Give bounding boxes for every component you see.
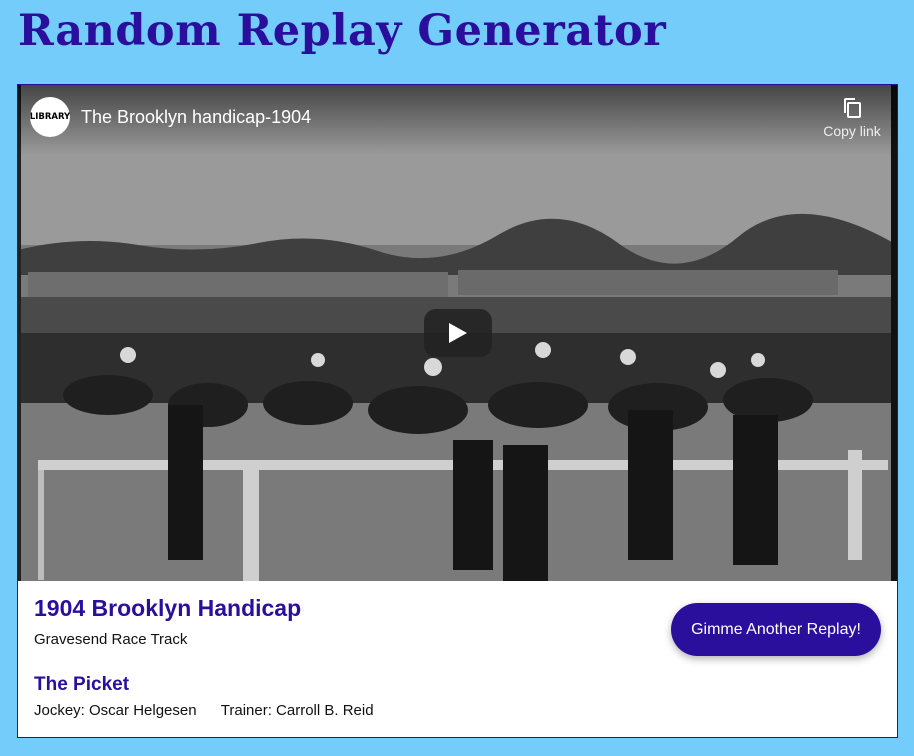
jockey-text: Jockey: Oscar Helgesen <box>34 702 197 719</box>
play-button[interactable] <box>424 309 492 357</box>
channel-logo[interactable]: LIBRARY <box>30 97 70 137</box>
page-title: Random Replay Generator <box>18 6 667 56</box>
replay-card: LIBRARY The Brooklyn handicap-1904 Copy … <box>17 84 898 738</box>
play-icon <box>449 323 467 343</box>
copy-icon <box>844 98 861 118</box>
trainer-text: Trainer: Carroll B. Reid <box>220 702 374 719</box>
horse-name: The Picket <box>34 674 130 695</box>
copy-link-label: Copy link <box>823 123 881 139</box>
copy-link-button[interactable]: Copy link <box>817 97 887 139</box>
video-player[interactable]: LIBRARY The Brooklyn handicap-1904 Copy … <box>18 85 897 581</box>
video-title[interactable]: The Brooklyn handicap-1904 <box>81 107 311 128</box>
track-name: Gravesend Race Track <box>34 631 188 648</box>
race-info: 1904 Brooklyn Handicap Gravesend Race Tr… <box>18 581 897 737</box>
replay-button[interactable]: Gimme Another Replay! <box>671 603 881 656</box>
race-name: 1904 Brooklyn Handicap <box>34 595 302 621</box>
winner-people: Jockey: Oscar Helgesen Trainer: Carroll … <box>34 702 374 719</box>
